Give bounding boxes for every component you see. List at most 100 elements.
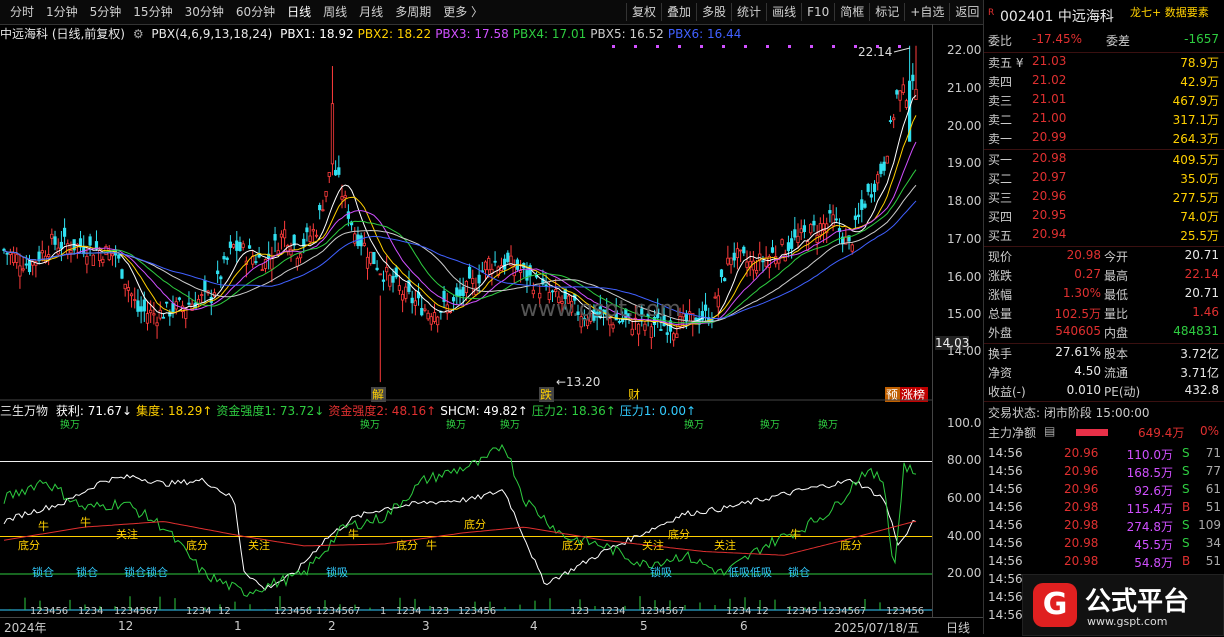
sub-legend-0: 获利: 71.67↓ bbox=[55, 404, 133, 418]
candle-body bbox=[235, 240, 239, 251]
tab-period-4[interactable]: 30分钟 bbox=[179, 3, 230, 21]
net-inflow-label[interactable]: 主力净额 bbox=[988, 424, 1036, 441]
tab-period-0[interactable]: 分时 bbox=[4, 3, 40, 21]
signal-label-3: 换万 bbox=[500, 418, 520, 431]
chart-area[interactable]: 22.14 ←13.20 www.gspt.com 解跌财预涨榜 换万 换万 换万 换万 换万换… bbox=[0, 24, 932, 634]
toolbar-button-7[interactable]: 标记 bbox=[869, 3, 904, 21]
symbol-code-name[interactable]: 002401 中远海科 bbox=[1000, 6, 1114, 26]
quote-key: 卖二 bbox=[988, 113, 1013, 127]
candle-body bbox=[719, 269, 724, 278]
candle-body bbox=[5, 252, 9, 255]
candle-body bbox=[879, 163, 883, 174]
toolbar-button-6[interactable]: 简框 bbox=[834, 3, 869, 21]
candle-body bbox=[126, 287, 130, 291]
signal-label-6: 换万 bbox=[818, 418, 838, 431]
bottom-num-17: 1234567 bbox=[822, 606, 867, 617]
candle-body bbox=[340, 196, 344, 200]
candle-body bbox=[681, 313, 685, 318]
list-icon[interactable]: ▤ bbox=[1044, 424, 1055, 438]
quote-value-2: -1657 bbox=[1184, 32, 1219, 46]
kline-chart[interactable]: 22.14←13.20www.gspt.com解跌财预涨榜换万 换万 换万 换万 换万换… bbox=[0, 24, 932, 634]
period-label[interactable]: 日线 bbox=[946, 619, 970, 636]
sub-indicator-title[interactable]: 三生万物 bbox=[0, 404, 48, 418]
tab-period-2[interactable]: 5分钟 bbox=[84, 3, 128, 21]
tab-period-7[interactable]: 周线 bbox=[317, 3, 353, 21]
signal-dot bbox=[876, 45, 879, 48]
tab-period-8[interactable]: 月线 bbox=[353, 3, 389, 21]
toolbar-button-5[interactable]: F10 bbox=[801, 3, 834, 21]
candle-body bbox=[149, 309, 153, 314]
candle-body bbox=[98, 250, 102, 262]
bottom-num-15: 12 bbox=[756, 606, 769, 617]
quote-row: 买四 20.95 74.0万 bbox=[984, 208, 1224, 227]
tick-time: 14:56 bbox=[988, 518, 1023, 532]
candle-body bbox=[554, 289, 558, 293]
candle-body bbox=[675, 333, 679, 338]
bottom-num-3: 1234 bbox=[186, 606, 211, 617]
quote-key: 委比 bbox=[988, 34, 1013, 48]
quote-stat-row: 净资 4.50 流通 3.71亿 bbox=[984, 364, 1224, 383]
stat-value: 0.010 bbox=[1066, 383, 1101, 397]
candle-body bbox=[413, 300, 417, 306]
tick-price: 20.98 bbox=[1064, 554, 1099, 568]
stat-key: 总量 bbox=[988, 307, 1013, 321]
candle-body bbox=[901, 84, 905, 93]
quote-key-2: 委差 bbox=[1106, 34, 1131, 48]
sub-tick-0: 100.0 bbox=[947, 416, 982, 430]
candle-body bbox=[643, 323, 647, 331]
candle-body bbox=[828, 210, 832, 214]
toolbar-button-0[interactable]: 复权 bbox=[626, 3, 661, 21]
settings-icon[interactable]: ⚙ bbox=[133, 27, 144, 41]
signal-yellow-3: 底分 bbox=[18, 538, 40, 552]
candle-body bbox=[238, 241, 242, 252]
tab-period-5[interactable]: 60分钟 bbox=[230, 3, 281, 21]
candle-body bbox=[429, 316, 433, 325]
date-tick-3: 2 bbox=[328, 619, 336, 633]
tick-time: 14:56 bbox=[988, 446, 1023, 460]
stat-key: 换手 bbox=[988, 347, 1013, 361]
indicator-name[interactable]: PBX(4,6,9,13,18,24) bbox=[151, 27, 272, 41]
toolbar-button-2[interactable]: 多股 bbox=[696, 3, 731, 21]
signal-cyan-0: 锁仓 bbox=[32, 565, 54, 579]
tab-period-10[interactable]: 更多 〉 bbox=[437, 3, 489, 21]
toolbar-button-3[interactable]: 统计 bbox=[731, 3, 766, 21]
candle-body bbox=[869, 194, 873, 198]
tick-row: 14:56 20.96 168.5万 S 77 bbox=[984, 464, 1224, 482]
logo-url: www.gspt.com bbox=[1087, 615, 1168, 628]
signal-yellow-4: 底分 bbox=[186, 538, 208, 552]
tick-side: S bbox=[1182, 536, 1190, 550]
tick-count: 51 bbox=[1205, 554, 1221, 568]
signal-yellow-1: 牛 bbox=[80, 515, 91, 529]
candle-body bbox=[120, 269, 124, 279]
stat-key: 涨幅 bbox=[988, 288, 1013, 302]
candle-body bbox=[525, 270, 529, 281]
toolbar-button-4[interactable]: 画线 bbox=[766, 3, 801, 21]
candle-body bbox=[471, 278, 475, 284]
toolbar-button-1[interactable]: 叠加 bbox=[661, 3, 696, 21]
candle-body bbox=[672, 333, 676, 341]
signal-dot bbox=[854, 45, 857, 48]
tab-period-9[interactable]: 多周期 bbox=[389, 3, 437, 21]
tab-period-6[interactable]: 日线 bbox=[281, 3, 317, 21]
stat-key-2: 今开 bbox=[1104, 250, 1129, 264]
tab-period-3[interactable]: 15分钟 bbox=[127, 3, 178, 21]
stat-value: 4.50 bbox=[1074, 364, 1101, 378]
candle-body bbox=[448, 311, 453, 313]
quote-value: 21.01 bbox=[1032, 92, 1067, 106]
price-tick-7: 15.00 bbox=[947, 307, 982, 321]
logo-g-icon: G bbox=[1033, 583, 1077, 627]
candle-body bbox=[477, 274, 481, 284]
divider bbox=[984, 52, 1224, 53]
stat-key: 现价 bbox=[988, 250, 1013, 264]
toolbar-button-9[interactable]: 返回 bbox=[949, 3, 984, 21]
divider bbox=[984, 401, 1224, 402]
symbol-tags[interactable]: 龙七+ 数据要素 bbox=[1130, 4, 1209, 20]
quote-value: 20.97 bbox=[1032, 170, 1067, 184]
candle-body bbox=[155, 322, 159, 327]
tab-period-1[interactable]: 1分钟 bbox=[40, 3, 84, 21]
candle-body bbox=[378, 273, 382, 276]
toolbar-button-8[interactable]: +自选 bbox=[904, 3, 949, 21]
candle-body bbox=[742, 246, 746, 254]
tick-count: 34 bbox=[1205, 536, 1221, 550]
tick-side: B bbox=[1182, 500, 1191, 514]
